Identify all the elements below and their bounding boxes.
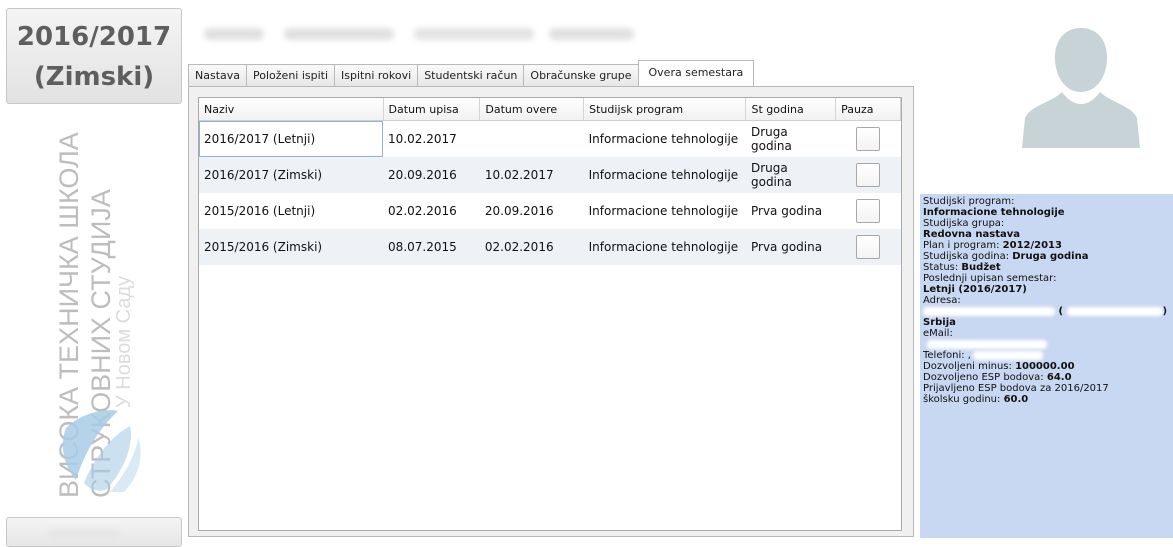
student-info-panel: Studijski program: Informacione tehnolog… [920,194,1173,538]
cell-pauza [836,193,901,229]
student-name-redacted [204,24,644,44]
cell-program[interactable]: Informacione tehnologije [583,229,746,265]
plan-label: Plan i program: [923,240,1003,251]
cell-datum-overe[interactable] [480,121,584,158]
cell-naziv[interactable]: 2016/2017 (Letnji) [199,120,384,157]
semester-indicator: 2016/2017 (Zimski) [6,8,182,104]
godina-value: Druga godina [1012,251,1089,262]
tab-polozeni-ispiti[interactable]: Položeni ispiti [246,64,336,86]
cell-datum-overe[interactable]: 10.02.2017 [479,157,584,193]
cell-godina[interactable]: Druga godina [745,157,836,193]
email-label: eMail: [923,328,953,339]
grupa-value: Redovna nastava [923,229,1020,240]
poslednji-semestar-value: Letnji (2016/2017) [923,284,1027,295]
esp-value: 64.0 [1046,372,1072,383]
column-header-naziv[interactable]: Naziv [199,98,384,121]
cell-pauza [835,157,901,193]
tab-bar: Nastava Položeni ispiti Ispitni rokovi S… [188,60,755,86]
cell-program[interactable]: Informacione tehnologije [584,193,746,229]
column-header-studijski-program[interactable]: Studijsk program [583,98,747,121]
adresa-value-redacted: ( ) [923,306,1170,317]
pauza-checkbox[interactable] [856,163,881,187]
pauza-checkbox[interactable] [856,235,881,259]
cell-datum-upisa[interactable]: 02.02.2016 [383,193,480,229]
minus-value: 100000.00 [1015,361,1075,372]
cell-godina[interactable]: Druga godina [746,121,836,158]
column-header-st-godina[interactable]: St godina [745,98,837,121]
semester-table: Naziv Datum upisa Datum overe Studijsk p… [199,98,901,265]
email-value-redacted [923,339,1170,350]
semester-term: (Zimski) [33,62,155,92]
avatar-placeholder-icon [1022,28,1140,148]
cell-godina[interactable]: Prva godina [746,193,836,229]
cell-datum-upisa[interactable]: 20.09.2016 [383,157,480,193]
cell-naziv[interactable]: 2016/2017 (Zimski) [199,157,384,193]
godina-label: Studijska godina: [923,251,1013,262]
minus-label: Dozvoljeni minus: [923,361,1016,372]
cell-pauza [836,121,901,158]
tab-ispitni-rokovi[interactable]: Ispitni rokovi [334,64,419,86]
cell-datum-upisa[interactable]: 10.02.2017 [383,121,480,158]
cell-godina[interactable]: Prva godina [745,229,836,265]
table-row[interactable]: 2015/2016 (Letnji) 02.02.2016 20.09.2016… [199,193,901,229]
plan-value: 2012/2013 [1002,240,1062,251]
pauza-checkbox[interactable] [856,199,881,223]
tab-nastava[interactable]: Nastava [188,64,248,86]
cell-datum-overe[interactable]: 20.09.2016 [480,193,584,229]
prijavljeno-label: Prijavljeno ESP bodova za 2016/2017 [923,383,1109,394]
status-value: Budžet [961,262,1001,273]
cell-datum-upisa[interactable]: 08.07.2015 [383,229,480,265]
table-row[interactable]: 2016/2017 (Letnji) 10.02.2017 Informacio… [199,120,901,158]
skolska-value: 60.0 [1003,394,1029,405]
table-header-row: Naziv Datum upisa Datum overe Studijsk p… [199,98,901,121]
status-label: Status: [923,262,962,273]
column-header-datum-overe[interactable]: Datum overe [479,98,585,121]
poslednji-semestar-label: Poslednji upisan semestar: [923,273,1057,284]
cell-program[interactable]: Informacione tehnologije [583,157,746,193]
tab-panel: Naziv Datum upisa Datum overe Studijsk p… [188,86,914,537]
column-header-pauza[interactable]: Pauza [835,98,901,121]
tab-overa-semestara[interactable]: Overa semestara [637,60,755,86]
pauza-checkbox[interactable] [856,127,881,151]
tab-obracunske-grupe[interactable]: Obračunske grupe [523,64,639,86]
table-row[interactable]: 2015/2016 (Zimski) 08.07.2015 02.02.2016… [199,229,901,265]
program-value: Informacione tehnologije [923,207,1065,218]
drzava-value: Srbija [923,317,956,328]
adresa-label: Adresa: [923,295,961,306]
school-name-line3: У Новом Саду [113,276,135,408]
esp-label: Dozvoljeno ESP bodova: [923,372,1047,383]
cell-naziv[interactable]: 2015/2016 (Zimski) [199,229,384,265]
skolska-label: školsku godinu: [923,394,1004,405]
grupa-label: Studijska grupa: [923,218,1005,229]
cell-pauza [835,229,901,265]
semester-grid: Naziv Datum upisa Datum overe Studijsk p… [198,97,902,531]
cell-naziv[interactable]: 2015/2016 (Letnji) [199,193,383,229]
tab-studentski-racun[interactable]: Studentski račun [417,64,525,86]
bottom-button[interactable] [6,517,182,547]
table-row[interactable]: 2016/2017 (Zimski) 20.09.2016 10.02.2017… [199,157,901,193]
adresa-end: ) [1162,306,1168,317]
semester-year: 2016/2017 [16,22,172,52]
telefon-label: Telefoni: , [923,350,971,361]
column-header-datum-upisa[interactable]: Datum upisa [383,98,481,121]
school-logo: ВИСОКА ТЕХНИЧКА ШКОЛА СТРУКОВНИХ СТУДИЈА… [54,132,141,498]
cell-datum-overe[interactable]: 02.02.2016 [479,229,584,265]
cell-program[interactable]: Informacione tehnologije [584,121,746,158]
program-label: Studijski program: [923,196,1015,207]
